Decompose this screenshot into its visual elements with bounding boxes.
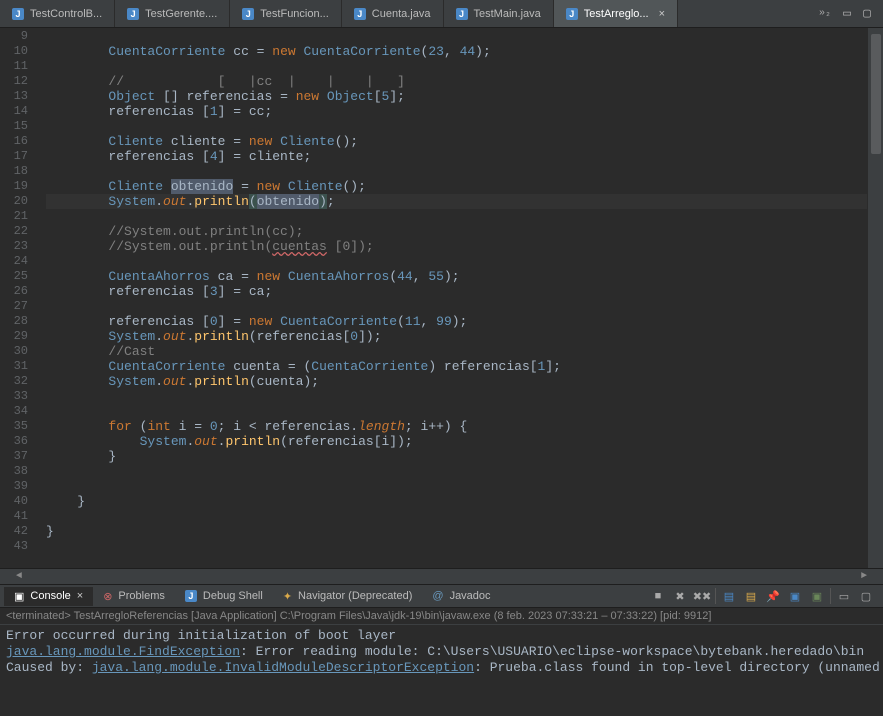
tab-cuenta[interactable]: J Cuenta.java	[342, 0, 444, 27]
pin-console-button[interactable]: 📌	[764, 587, 782, 605]
tab-debugshell[interactable]: J Debug Shell	[175, 587, 273, 605]
java-icon: J	[127, 8, 139, 20]
minimize-icon[interactable]: ▭	[839, 7, 855, 21]
java-icon: J	[242, 8, 254, 20]
java-icon: J	[566, 8, 578, 20]
scroll-track[interactable]	[38, 569, 845, 584]
line-number-gutter: 9 10 11 12 13 14 15 16 17 18 19 20 21 22…	[0, 28, 38, 568]
remove-launch-button[interactable]: ✖	[671, 587, 689, 605]
scroll-right-icon[interactable]: ►	[845, 569, 883, 584]
tab-label: Javadoc	[450, 590, 491, 602]
editor-tab-bar: J TestControlB... J TestGerente.... J TestF…	[0, 0, 883, 28]
scroll-left-icon[interactable]: ◄	[0, 569, 38, 584]
java-icon: J	[354, 8, 366, 20]
editor-area: 9 10 11 12 13 14 15 16 17 18 19 20 21 22…	[0, 28, 883, 568]
terminate-button[interactable]: ■	[649, 587, 667, 605]
console-toolbar: ■ ✖ ✖✖ ▤ ▤ 📌 ▣ ▣ ▭ ▢	[649, 587, 879, 605]
maximize-panel-button[interactable]: ▢	[857, 587, 875, 605]
tab-javadoc[interactable]: @ Javadoc	[422, 587, 500, 605]
java-icon: J	[185, 590, 197, 602]
error-text: Caused by:	[6, 660, 92, 675]
scrollbar-thumb[interactable]	[871, 34, 881, 154]
tab-problems[interactable]: ⊗ Problems	[93, 587, 175, 606]
tab-testarreglo[interactable]: J TestArreglo... ×	[554, 0, 678, 27]
java-icon: J	[12, 8, 24, 20]
tab-testfuncion[interactable]: J TestFuncion...	[230, 0, 341, 27]
tab-list: J TestControlB... J TestGerente.... J TestF…	[0, 0, 811, 27]
tab-testcontrolb[interactable]: J TestControlB...	[0, 0, 115, 27]
tab-testmain[interactable]: J TestMain.java	[444, 0, 554, 27]
tab-label: TestMain.java	[474, 8, 541, 20]
open-console-button[interactable]: ▣	[808, 587, 826, 605]
tab-console[interactable]: ▣ Console ×	[4, 587, 93, 606]
exception-link[interactable]: java.lang.module.InvalidModuleDescriptor…	[92, 660, 474, 675]
tab-label: TestFuncion...	[260, 8, 328, 20]
tab-testgerente[interactable]: J TestGerente....	[115, 0, 230, 27]
tab-label: TestControlB...	[30, 8, 102, 20]
window-controls: ▭ ▢	[839, 7, 883, 21]
java-icon: J	[456, 8, 468, 20]
minimize-panel-button[interactable]: ▭	[835, 587, 853, 605]
scroll-lock-button[interactable]: ▤	[742, 587, 760, 605]
tab-label: Debug Shell	[203, 590, 263, 602]
close-icon[interactable]: ×	[659, 8, 665, 20]
tab-overflow-button[interactable]: »₂	[811, 6, 839, 21]
tab-label: TestGerente....	[145, 8, 217, 20]
error-text: : Prueba.class found in top-level direct…	[474, 660, 883, 675]
bottom-panel: ▣ Console × ⊗ Problems J Debug Shell ✦ Naviga…	[0, 584, 883, 712]
tab-label: Cuenta.java	[372, 8, 431, 20]
maximize-icon[interactable]: ▢	[859, 7, 875, 21]
vertical-scrollbar[interactable]	[867, 28, 883, 568]
tab-label: Console	[30, 590, 70, 602]
exception-link[interactable]: java.lang.module.FindException	[6, 644, 240, 659]
tab-label: TestArreglo...	[584, 8, 649, 20]
code-editor[interactable]: CuentaCorriente cc = new CuentaCorriente…	[38, 28, 867, 568]
error-text: : Error reading module: C:\Users\USUARIO…	[240, 644, 864, 659]
warning-icon: ⊗	[103, 590, 112, 603]
at-icon: @	[432, 590, 443, 602]
console-output[interactable]: Error occurred during initialization of …	[0, 625, 883, 679]
tab-navigator[interactable]: ✦ Navigator (Deprecated)	[273, 587, 423, 606]
remove-all-button[interactable]: ✖✖	[693, 587, 711, 605]
tab-label: Navigator (Deprecated)	[298, 590, 412, 602]
clear-console-button[interactable]: ▤	[720, 587, 738, 605]
horizontal-scrollbar[interactable]: ◄ ►	[0, 568, 883, 584]
close-icon[interactable]: ×	[77, 590, 83, 602]
tab-label: Problems	[118, 590, 164, 602]
display-selected-button[interactable]: ▣	[786, 587, 804, 605]
error-line: Error occurred during initialization of …	[6, 628, 396, 643]
bottom-tab-bar: ▣ Console × ⊗ Problems J Debug Shell ✦ Naviga…	[0, 584, 883, 608]
console-icon: ▣	[14, 590, 24, 603]
compass-icon: ✦	[283, 590, 292, 603]
console-header: <terminated> TestArregloReferencias [Jav…	[0, 608, 883, 625]
